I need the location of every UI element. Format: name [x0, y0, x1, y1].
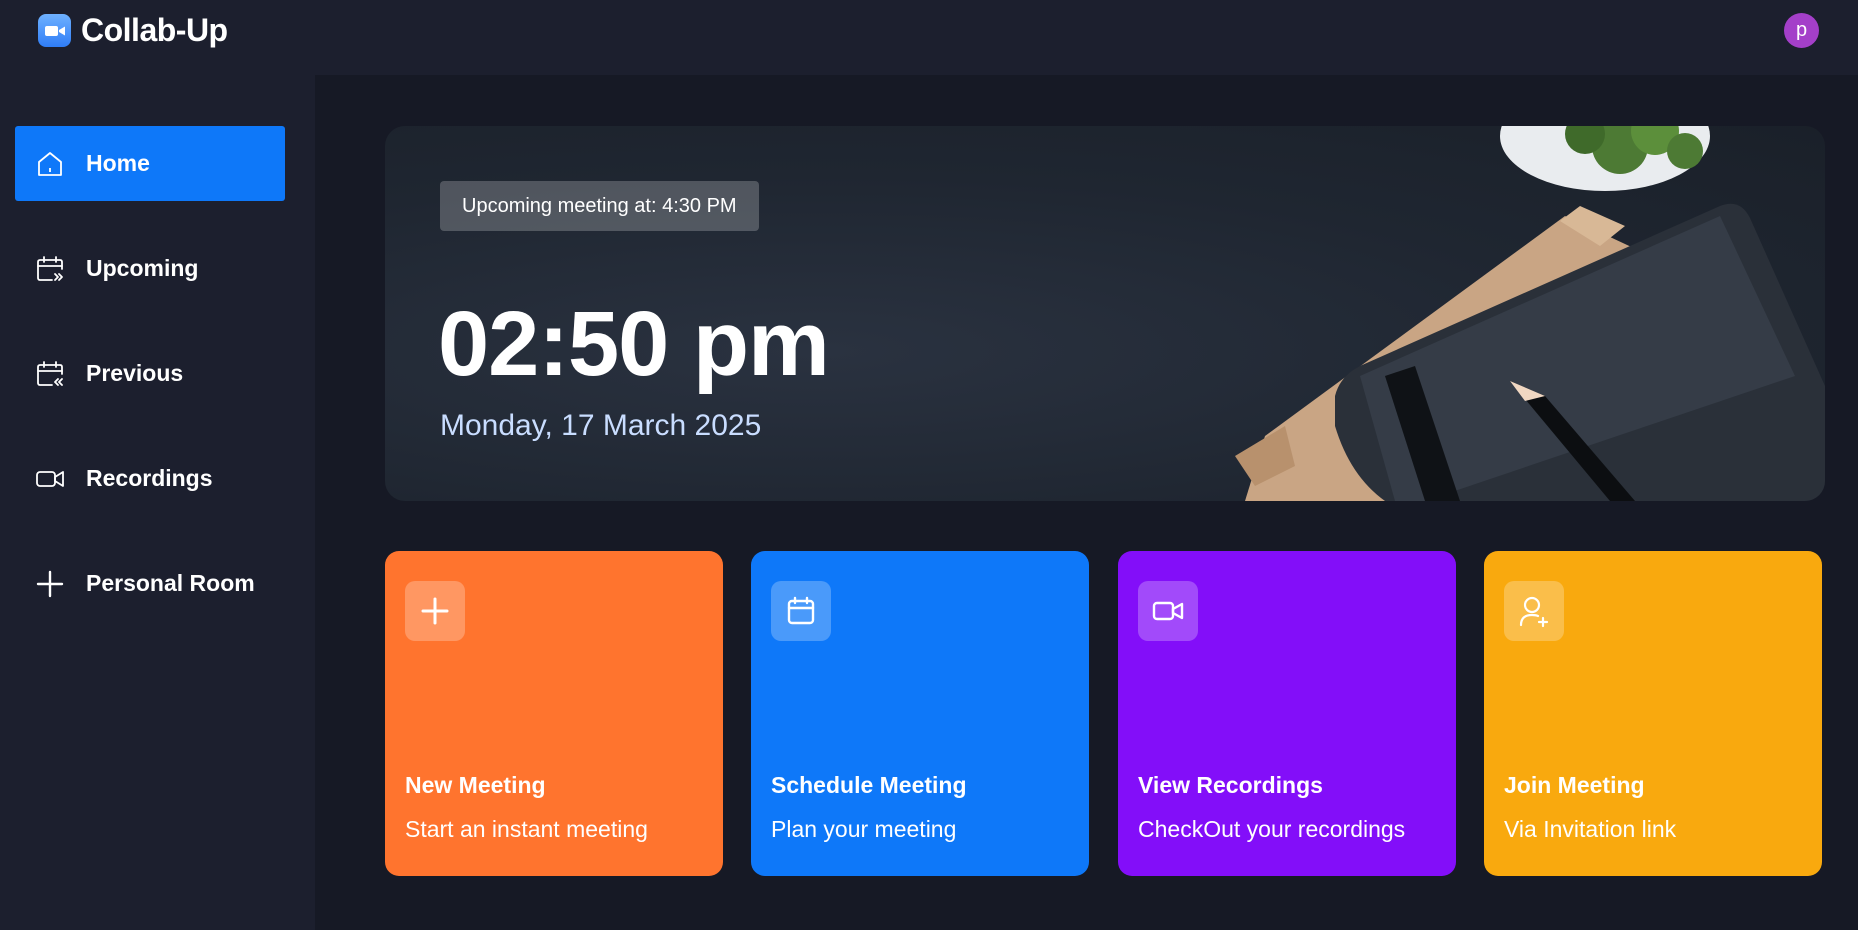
sidebar-item-upcoming[interactable]: Upcoming: [15, 231, 285, 306]
top-bar: Collab-Up p: [0, 0, 1858, 75]
video-icon: [34, 463, 66, 495]
calendar-icon: [771, 581, 831, 641]
new-meeting-card[interactable]: New Meeting Start an instant meeting: [385, 551, 723, 876]
card-title: Join Meeting: [1504, 772, 1645, 798]
plus-icon: [405, 581, 465, 641]
brand[interactable]: Collab-Up: [38, 12, 228, 49]
user-plus-icon: [1504, 581, 1564, 641]
schedule-meeting-card[interactable]: Schedule Meeting Plan your meeting: [751, 551, 1089, 876]
card-subtitle: CheckOut your recordings: [1138, 816, 1406, 842]
user-avatar[interactable]: p: [1784, 13, 1819, 48]
card-subtitle: Start an instant meeting: [405, 816, 648, 842]
card-title: View Recordings: [1138, 772, 1323, 798]
card-subtitle: Plan your meeting: [771, 816, 957, 842]
home-icon: [34, 148, 66, 180]
video-camera-logo-icon: [38, 14, 71, 47]
sidebar-item-label: Home: [86, 150, 150, 176]
sidebar-item-personal-room[interactable]: Personal Room: [15, 546, 285, 621]
sidebar-item-label: Personal Room: [86, 570, 255, 596]
app-name: Collab-Up: [81, 12, 228, 48]
hero-banner: Upcoming meeting at: 4:30 PM 02:50 pm Mo…: [385, 126, 1825, 501]
sidebar-item-label: Previous: [86, 360, 184, 386]
sidebar-item-home[interactable]: Home: [15, 126, 285, 201]
sidebar-item-label: Upcoming: [86, 255, 199, 281]
sidebar-item-label: Recordings: [86, 465, 213, 491]
calendar-previous-icon: [34, 358, 66, 390]
upcoming-meeting-badge: Upcoming meeting at: 4:30 PM: [440, 181, 759, 231]
view-recordings-card[interactable]: View Recordings CheckOut your recordings: [1118, 551, 1456, 876]
card-title: Schedule Meeting: [771, 772, 967, 798]
calendar-upcoming-icon: [34, 253, 66, 285]
sidebar-item-recordings[interactable]: Recordings: [15, 441, 285, 516]
join-meeting-card[interactable]: Join Meeting Via Invitation link: [1484, 551, 1822, 876]
card-subtitle: Via Invitation link: [1504, 816, 1677, 842]
video-icon: [1138, 581, 1198, 641]
card-title: New Meeting: [405, 772, 546, 798]
current-time: 02:50 pm: [438, 293, 830, 395]
current-date: Monday, 17 March 2025: [440, 409, 762, 442]
plus-icon: [34, 568, 66, 600]
sidebar-item-previous[interactable]: Previous: [15, 336, 285, 411]
sidebar: Home Upcoming Previous Recordings Person…: [0, 75, 315, 930]
